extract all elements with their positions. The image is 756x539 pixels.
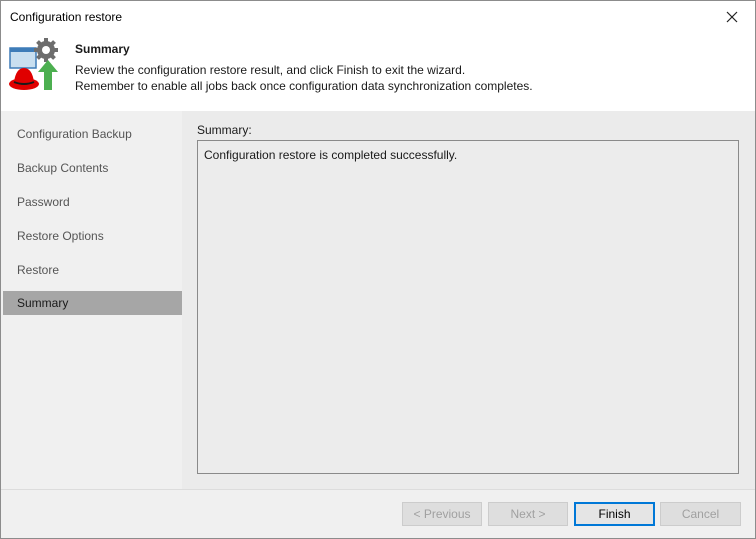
- summary-panel: Summary: Configuration restore is comple…: [182, 111, 755, 489]
- wizard-header: Summary Review the configuration restore…: [1, 33, 755, 111]
- wizard-footer: < Previous Next > Finish Cancel: [1, 489, 755, 538]
- step-restore[interactable]: Restore: [3, 258, 182, 282]
- finish-button[interactable]: Finish: [574, 502, 655, 526]
- summary-text-box[interactable]: Configuration restore is completed succe…: [197, 140, 739, 474]
- summary-label: Summary:: [197, 123, 252, 137]
- step-password[interactable]: Password: [3, 190, 182, 214]
- configuration-restore-dialog: Configuration restore Summary Review the…: [0, 0, 756, 539]
- summary-text: Configuration restore is completed succe…: [204, 148, 458, 162]
- description-line-1: Review the configuration restore result,…: [75, 63, 466, 77]
- step-configuration-backup[interactable]: Configuration Backup: [3, 122, 182, 146]
- page-title: Summary: [75, 42, 130, 56]
- close-icon: [726, 11, 738, 23]
- step-summary[interactable]: Summary: [3, 291, 182, 315]
- step-restore-options[interactable]: Restore Options: [3, 224, 182, 248]
- window-title: Configuration restore: [10, 10, 123, 24]
- description-line-2: Remember to enable all jobs back once co…: [75, 79, 533, 93]
- configuration-restore-icon: [9, 38, 58, 90]
- cancel-button[interactable]: Cancel: [660, 502, 741, 526]
- step-backup-contents[interactable]: Backup Contents: [3, 156, 182, 180]
- close-button[interactable]: [709, 1, 755, 33]
- wizard-steps-sidebar: Configuration Backup Backup Contents Pas…: [1, 111, 182, 489]
- previous-button[interactable]: < Previous: [402, 502, 482, 526]
- next-button[interactable]: Next >: [488, 502, 568, 526]
- title-bar: Configuration restore: [1, 1, 755, 33]
- page-description: Review the configuration restore result,…: [75, 62, 533, 94]
